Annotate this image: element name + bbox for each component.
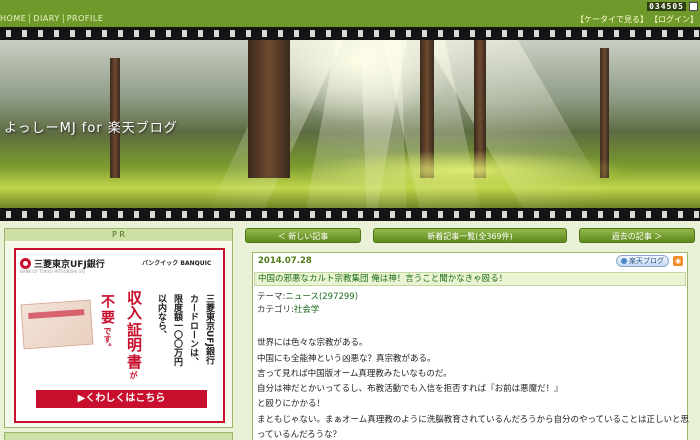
article-title-link[interactable]: 中国の邪悪なカルト宗教集団 俺は神！言うこと聞かなきゃ殴る！	[258, 274, 507, 284]
ad-copy-line: 限度額一〇〇万円	[172, 294, 182, 366]
counter-icon	[689, 2, 698, 11]
article-theme: テーマ:ニュース(297299)	[257, 292, 359, 302]
article-text-line: 世界には色々な宗教がある。	[257, 338, 368, 348]
pr-heading: P R	[5, 229, 232, 241]
nav-divider	[62, 14, 64, 23]
ad-copy-line: 三菱東京UFJ銀行	[204, 294, 214, 365]
article-text-line: 中国にも全能神という凶悪な？真宗教がある。	[257, 354, 436, 364]
nav-diary-link[interactable]: DIARY	[33, 14, 59, 23]
share-icon	[621, 258, 627, 264]
nav-divider	[29, 14, 31, 23]
bank-logo-icon	[20, 258, 31, 269]
ad-product-name: バンクイック BANQUIC	[142, 260, 212, 267]
article-title: 中国の邪悪なカルト宗教集団 俺は神！言うこと聞かなきゃ殴る！	[254, 272, 686, 286]
login-link[interactable]: 【ログイン】	[650, 14, 698, 25]
share-button[interactable]: 楽天ブログ	[616, 255, 669, 267]
rss-icon[interactable]: ◉	[673, 256, 683, 266]
ad-copy-line: 収入	[125, 290, 143, 320]
ad-copy-line: 証明	[125, 322, 143, 352]
ad-copy-line: 要	[99, 310, 115, 324]
nav-home-link[interactable]: HOME	[0, 14, 26, 23]
header-banner: よっしーMJ for 楽天ブログ	[0, 40, 700, 208]
sidebar-next-box	[4, 432, 233, 440]
sidebar-pr-box: P R 三菱東京UFJ銀行 BANK OF TOKYO-MITSUBISHI U…	[4, 228, 233, 428]
mobile-view-link[interactable]: 【ケータイで見る】	[576, 14, 648, 25]
top-bar: HOME DIARY PROFILE 034505 【ケータイで見る】 【ログイ…	[0, 0, 700, 27]
theme-link[interactable]: ニュース(297299)	[285, 292, 358, 302]
older-post-button[interactable]: 過去の記事 ＞	[579, 228, 695, 243]
article-text-line: と殴りにかかる！	[257, 399, 326, 409]
newer-post-button[interactable]: ＜ 新しい記事	[245, 228, 361, 243]
article-text-line: 言って見れば中国版オーム真理教みたいなものだ。	[257, 369, 452, 379]
article-text-line: っているんだろうな？	[257, 430, 342, 440]
ad-copy-line: が	[129, 371, 138, 379]
article-text-line: 自分は神だとかいってるし、布教活動でも入信を拒否すれば『お前は悪魔だ！』	[257, 384, 563, 394]
filmstrip-bottom	[0, 208, 700, 221]
nav-profile-link[interactable]: PROFILE	[67, 14, 104, 23]
access-counter: 034505	[647, 2, 686, 11]
post-list-button[interactable]: 新着記事一覧(全369件)	[373, 228, 567, 243]
banner-ad[interactable]: 三菱東京UFJ銀行 BANK OF TOKYO-MITSUBISHI UFJ バ…	[14, 248, 225, 423]
ad-copy-line: 不	[99, 294, 115, 308]
ad-copy-line: です。	[103, 327, 112, 351]
ad-copy-line: 書	[125, 354, 143, 369]
category-link[interactable]: 社会学	[294, 305, 320, 315]
article-category: カテゴリ:社会学	[257, 305, 320, 315]
ad-copy-line: カードローンは、	[188, 294, 198, 366]
top-nav: HOME DIARY PROFILE	[0, 13, 103, 24]
article-date: 2014.07.28	[258, 256, 312, 266]
bank-subtitle: BANK OF TOKYO-MITSUBISHI UFJ	[20, 269, 85, 274]
filmstrip-top	[0, 27, 700, 40]
article: 2014.07.28 楽天ブログ ◉ 中国の邪悪なカルト宗教集団 俺は神！言うこ…	[252, 252, 690, 440]
blog-title[interactable]: よっしーMJ for 楽天ブログ	[4, 117, 178, 136]
ad-details-button[interactable]: ▶くわしくはこちら	[36, 390, 207, 408]
top-links: 【ケータイで見る】 【ログイン】	[576, 14, 698, 25]
ad-copy-line: 以内なら、	[156, 294, 166, 339]
card-image	[20, 299, 94, 350]
article-text-line: まともじゃない。まぁオーム真理教のように洗脳教育されているんだろうから自分のやっ…	[257, 415, 690, 425]
